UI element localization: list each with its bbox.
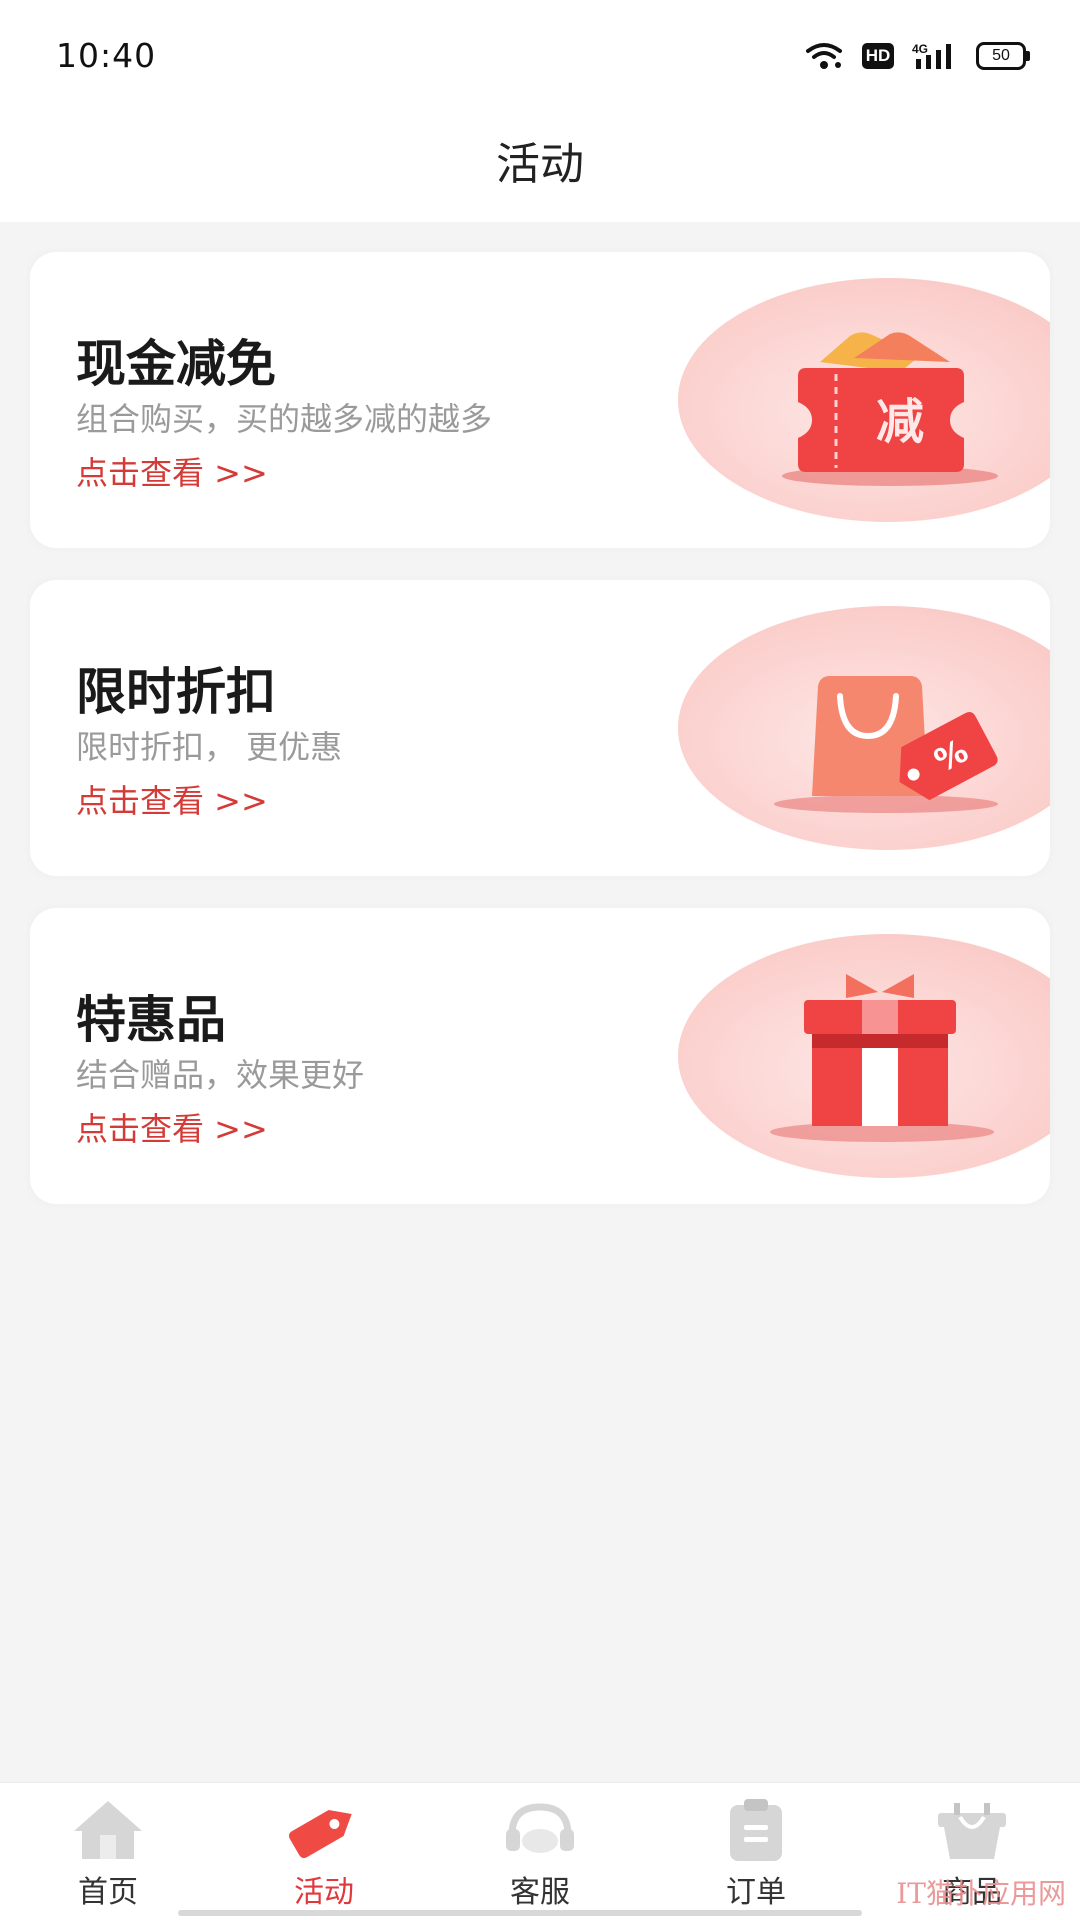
page-title: 活动: [496, 139, 584, 190]
activity-card-cash-discount[interactable]: 现金减免 组合购买，买的越多减的越多 点击查看 >> 减: [30, 252, 1050, 548]
home-indicator: [178, 1910, 862, 1916]
view-details-link[interactable]: 点击查看 >>: [76, 448, 268, 494]
tab-activity[interactable]: 活动: [216, 1783, 432, 1920]
activity-card-special-offer[interactable]: 特惠品 结合赠品，效果更好 点击查看 >>: [30, 908, 1050, 1204]
tab-label: 订单: [726, 1875, 786, 1910]
card-subtitle: 结合赠品，效果更好: [76, 1056, 365, 1094]
card-subtitle: 限时折扣， 更优惠: [76, 728, 343, 766]
view-details-link[interactable]: 点击查看 >>: [76, 1104, 268, 1150]
status-icons: HD 4G 50: [804, 40, 1030, 72]
wifi-icon: [806, 43, 842, 69]
screen: 10:40 HD 4G 50 活动 现金减免 组合购买，买的越多减的越多 点击查…: [0, 0, 1080, 1920]
tag-icon: [288, 1810, 352, 1859]
tab-customer-service[interactable]: 客服: [432, 1783, 648, 1920]
card-subtitle: 组合购买，买的越多减的越多: [76, 400, 493, 438]
headset-icon: [506, 1803, 574, 1853]
status-bar: 10:40 HD 4G 50: [0, 0, 1080, 110]
product-basket-icon: [938, 1803, 1006, 1859]
network-label: 4G: [912, 42, 928, 56]
activity-card-limited-discount[interactable]: 限时折扣 限时折扣， 更优惠 点击查看 >> %: [30, 580, 1050, 876]
tab-orders[interactable]: 订单: [648, 1783, 864, 1920]
watermark: IT猫扑应用网: [896, 1877, 1066, 1910]
header: 活动: [0, 110, 1080, 222]
order-clipboard-icon: [730, 1799, 782, 1861]
gift-box-icon: [770, 974, 994, 1142]
view-details-link[interactable]: 点击查看 >>: [76, 776, 268, 822]
card-title: 特惠品: [76, 991, 226, 1049]
card-title: 现金减免: [76, 335, 276, 393]
coupon-icon: 减: [782, 332, 998, 486]
home-icon: [74, 1801, 142, 1859]
tab-label: 首页: [78, 1875, 138, 1910]
coupon-icon-text: 减: [876, 394, 924, 450]
signal-4g-icon: 4G: [912, 42, 951, 69]
card-title: 限时折扣: [76, 663, 276, 721]
status-time: 10:40: [56, 36, 157, 75]
tab-label: 客服: [510, 1875, 570, 1910]
battery-icon: 50: [976, 42, 1030, 70]
shopping-bag-discount-icon: %: [774, 676, 998, 813]
hd-icon: HD: [862, 43, 894, 69]
tab-label: 活动: [294, 1875, 354, 1910]
tab-home[interactable]: 首页: [0, 1783, 216, 1920]
